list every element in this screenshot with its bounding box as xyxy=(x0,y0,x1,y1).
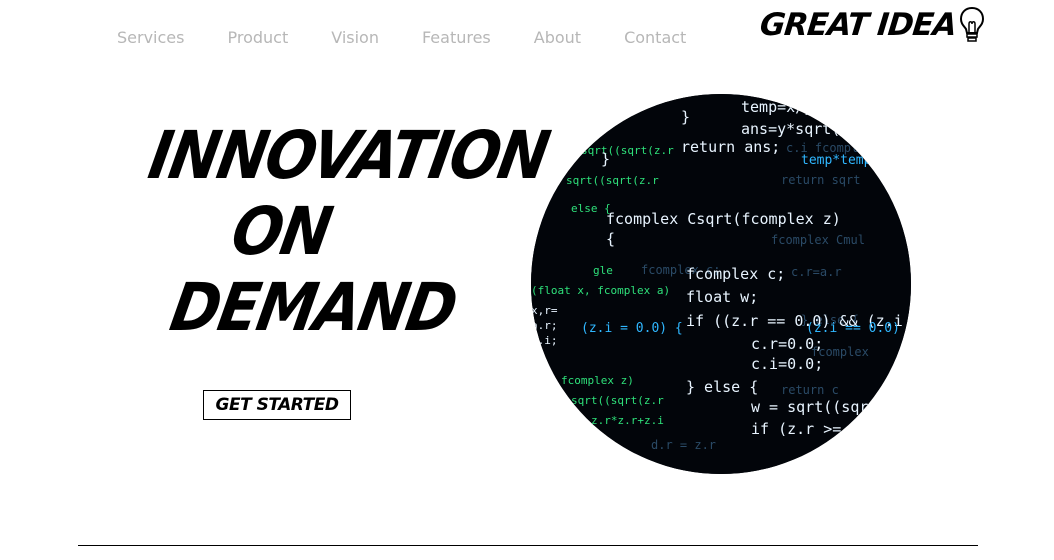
code-dim-3: fcomplex Cmul xyxy=(771,233,865,247)
code-green-2: sqrt((sqrt(z.r xyxy=(566,174,659,187)
code-line-decl-c: fcomplex c; xyxy=(686,265,785,283)
code-line-return: return ans; xyxy=(681,138,780,156)
nav-features[interactable]: Features xyxy=(422,28,491,47)
code-green-1: sqrt((sqrt(z.r xyxy=(581,144,674,157)
code-cyan-1: temp*temp xyxy=(801,153,872,168)
nav-vision[interactable]: Vision xyxy=(331,28,379,47)
hero-line-innovation: INNOVATION xyxy=(143,117,554,194)
code-white-2: a.r; xyxy=(531,319,558,332)
bottom-divider xyxy=(78,545,978,546)
get-started-button[interactable]: GET STARTED xyxy=(203,390,351,420)
code-line-ci: c.i=0.0; xyxy=(751,355,823,373)
code-line-brace2: } xyxy=(601,150,610,168)
code-line-ifzr: if (z.r >= 0.0) xyxy=(751,420,886,438)
hero-title: INNOVATION ON DEMAND xyxy=(143,117,554,346)
code-line-csqrt: fcomplex Csqrt(fcomplex z) xyxy=(606,210,841,228)
code-line-open: { xyxy=(606,230,615,248)
nav-about[interactable]: About xyxy=(534,28,581,47)
code-green-5: (float x, fcomplex a) xyxy=(531,284,670,297)
nav-product[interactable]: Product xyxy=(227,28,288,47)
code-line-brace1: } xyxy=(681,108,690,126)
hero-line-on: ON xyxy=(226,193,337,270)
lightbulb-icon xyxy=(959,6,984,42)
code-screenshot-graphic: c.i fcomplex return sqrt fcomplex Cmul c… xyxy=(531,94,911,474)
code-green-3: else { xyxy=(571,202,611,215)
code-green-7: sqrt((sqrt(z.r xyxy=(571,394,664,407)
code-green-4: gle xyxy=(593,264,613,277)
code-image: c.i fcomplex return sqrt fcomplex Cmul c… xyxy=(531,94,911,474)
logo-text: GREAT IDEA xyxy=(758,7,958,43)
site-logo[interactable]: GREAT IDEA xyxy=(758,5,986,45)
code-line-cr: c.r=0.0; xyxy=(751,335,823,353)
code-line-else: } else { xyxy=(686,378,758,396)
nav-services[interactable]: Services xyxy=(117,28,184,47)
code-cyan-3: (z.i = 0.0) { xyxy=(581,321,683,336)
code-white-3: a.i; xyxy=(531,334,558,347)
code-green-6: fcomplex z) xyxy=(561,374,634,387)
main-nav: Services Product Vision Features About C… xyxy=(117,28,729,47)
code-dim-7: return c xyxy=(781,383,839,397)
code-dim-4: c.r=a.r xyxy=(791,265,842,279)
code-line-ans: ans=y*sqrt(1.0+temp*temp xyxy=(741,120,911,138)
code-cyan-2: (z.i == 0.0) { xyxy=(806,321,911,336)
code-line-w: w = sqrt((sqrt(z.r xyxy=(751,398,911,416)
code-dim-2: return sqrt xyxy=(781,173,860,187)
code-white-1: x,r= xyxy=(531,304,558,317)
nav-contact[interactable]: Contact xyxy=(624,28,686,47)
code-dim-9: d.r = z.r xyxy=(651,438,716,452)
code-line-decl-w: float w; xyxy=(686,288,758,306)
code-line-temp: temp=x/y; xyxy=(741,98,822,116)
code-green-8: z.r*z.r+z.i xyxy=(591,414,664,427)
hero-line-demand: DEMAND xyxy=(164,269,462,346)
